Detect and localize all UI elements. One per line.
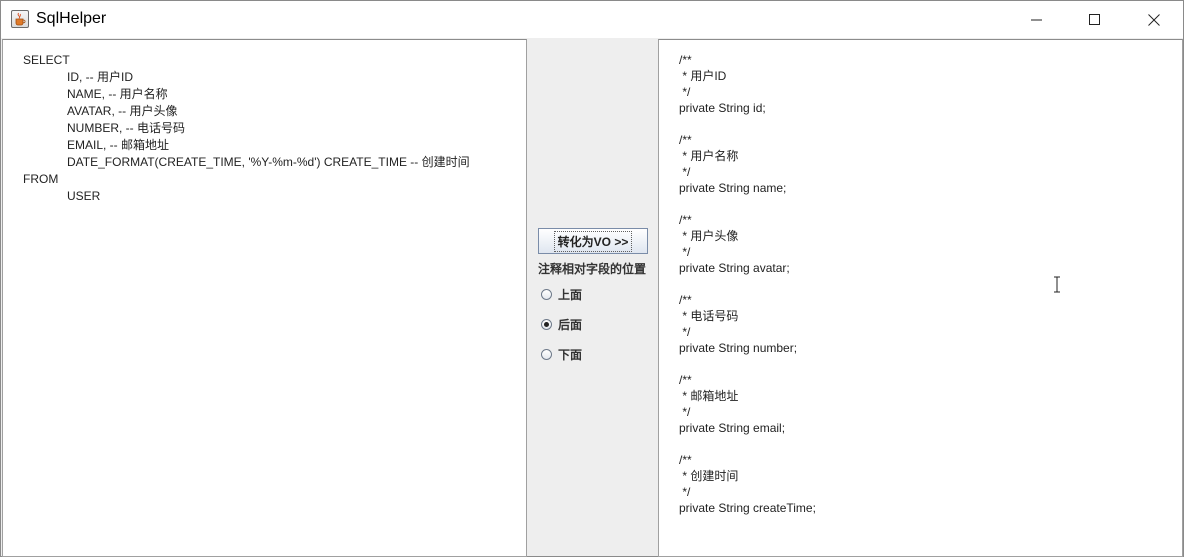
vo-output-textarea[interactable]: /** * 用户ID */ private String id; /** * 用户名… bbox=[658, 39, 1183, 557]
window-title: SqlHelper bbox=[36, 10, 107, 27]
vo-line: * 用户名称 bbox=[679, 149, 739, 163]
vo-code: /** * 用户ID */ private String id; /** * 用户名… bbox=[679, 52, 816, 516]
java-cup-icon bbox=[11, 10, 29, 28]
sql-line: DATE_FORMAT(CREATE_TIME, '%Y-%m-%d') CRE… bbox=[67, 155, 470, 169]
title-bar[interactable]: SqlHelper bbox=[1, 1, 1183, 38]
minimize-button[interactable] bbox=[1008, 1, 1066, 38]
sql-line: USER bbox=[67, 189, 101, 203]
vo-line: private String avatar; bbox=[679, 261, 790, 275]
vo-line: private String createTime; bbox=[679, 501, 816, 515]
convert-to-vo-button[interactable]: 转化为VO >> bbox=[538, 228, 648, 254]
radio-option-below[interactable]: 下面 bbox=[541, 346, 582, 362]
vo-line: private String name; bbox=[679, 181, 787, 195]
comment-position-label: 注释相对字段的位置 bbox=[538, 262, 647, 276]
radio-label: 下面 bbox=[558, 347, 583, 362]
vo-line: * 用户ID bbox=[679, 69, 727, 83]
vo-line bbox=[679, 436, 816, 452]
vo-line: private String email; bbox=[679, 421, 786, 435]
radio-button-icon[interactable] bbox=[541, 348, 552, 360]
vo-line: */ bbox=[679, 485, 691, 499]
sql-line: ID, -- 用户ID bbox=[67, 70, 133, 84]
convert-button-label: 转化为VO >> bbox=[553, 230, 633, 252]
vo-line: /** bbox=[679, 213, 692, 227]
main-content: SELECT ID, -- 用户ID NAME, -- 用户名称 AVATAR,… bbox=[1, 38, 1183, 557]
radio-option-after[interactable]: 后面 bbox=[541, 316, 582, 332]
vo-line: private String id; bbox=[679, 101, 766, 115]
vo-line bbox=[679, 356, 816, 372]
sql-line: FROM bbox=[23, 172, 59, 186]
vo-line: /** bbox=[679, 373, 692, 387]
app-window: SqlHelper SELECT ID, -- 用户ID NAME, -- 用户… bbox=[0, 0, 1184, 557]
maximize-button[interactable] bbox=[1066, 1, 1124, 38]
radio-label: 上面 bbox=[558, 287, 583, 302]
vo-line bbox=[679, 116, 816, 132]
maximize-icon bbox=[1089, 13, 1100, 25]
vo-line: */ bbox=[679, 245, 691, 259]
vo-line: * 用户头像 bbox=[679, 229, 739, 243]
control-panel: 转化为VO >> 注释相对字段的位置 上面 后面 下面 bbox=[527, 38, 658, 556]
sql-line: NUMBER, -- 电话号码 bbox=[67, 121, 185, 135]
close-icon bbox=[1148, 13, 1160, 26]
sql-line: AVATAR, -- 用户头像 bbox=[67, 104, 178, 118]
vo-line: /** bbox=[679, 53, 692, 67]
vo-line: */ bbox=[679, 165, 691, 179]
vo-line: /** bbox=[679, 293, 692, 307]
sql-code: SELECT ID, -- 用户ID NAME, -- 用户名称 AVATAR,… bbox=[23, 52, 470, 205]
vo-line: */ bbox=[679, 325, 691, 339]
vo-line: /** bbox=[679, 133, 692, 147]
sql-line: NAME, -- 用户名称 bbox=[67, 87, 168, 101]
vo-line: * 邮箱地址 bbox=[679, 389, 739, 403]
close-button[interactable] bbox=[1125, 1, 1183, 38]
vo-line: /** bbox=[679, 453, 692, 467]
text-cursor-icon bbox=[1054, 276, 1060, 293]
radio-label: 后面 bbox=[558, 317, 583, 332]
minimize-icon bbox=[1031, 19, 1042, 20]
sql-line: SELECT bbox=[23, 53, 70, 67]
vo-line: * 电话号码 bbox=[679, 309, 739, 323]
vo-line bbox=[679, 196, 816, 212]
sql-line: EMAIL, -- 邮箱地址 bbox=[67, 138, 170, 152]
vo-line: private String number; bbox=[679, 341, 798, 355]
vo-line: * 创建时间 bbox=[679, 469, 739, 483]
vo-line bbox=[679, 276, 816, 292]
vo-line: */ bbox=[679, 405, 691, 419]
radio-button-selected-icon[interactable] bbox=[541, 318, 552, 330]
radio-button-icon[interactable] bbox=[541, 288, 552, 300]
radio-option-above[interactable]: 上面 bbox=[541, 286, 582, 302]
vo-line: */ bbox=[679, 85, 691, 99]
sql-input-textarea[interactable]: SELECT ID, -- 用户ID NAME, -- 用户名称 AVATAR,… bbox=[2, 39, 527, 557]
